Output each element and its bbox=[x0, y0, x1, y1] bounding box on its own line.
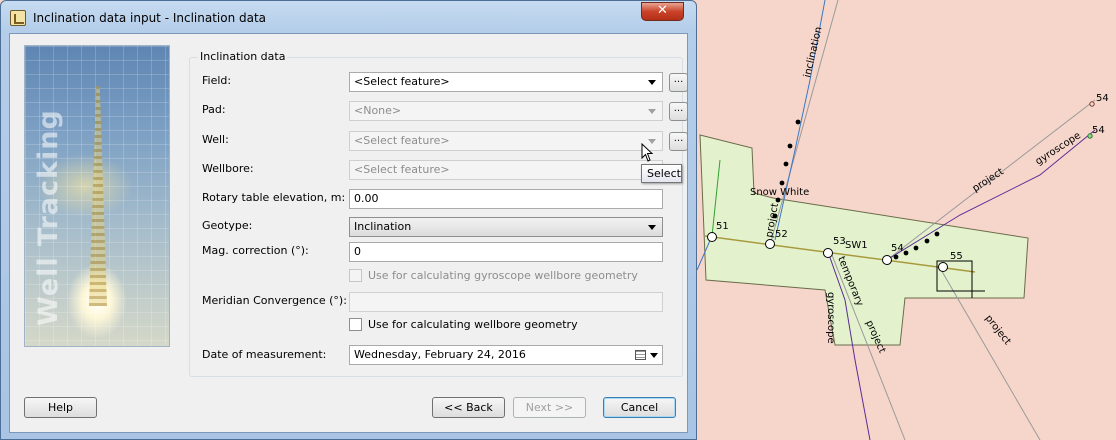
well-browse-button[interactable]: ... bbox=[669, 132, 688, 151]
checkbox-box bbox=[349, 318, 362, 331]
back-button[interactable]: << Back bbox=[432, 397, 505, 418]
wellbore-label: Wellbore: bbox=[202, 162, 254, 175]
map-label-n53: 53 bbox=[833, 236, 846, 247]
pad-select-value: <None> bbox=[354, 104, 402, 117]
chevron-down-icon bbox=[648, 109, 656, 114]
meridian-convergence-input[interactable] bbox=[349, 292, 663, 312]
group-title: Inclination data bbox=[198, 50, 288, 63]
next-button[interactable]: Next >> bbox=[513, 397, 586, 418]
mag-correction-input[interactable]: 0 bbox=[349, 242, 663, 262]
geotype-select[interactable]: Inclination bbox=[349, 217, 663, 237]
field-select[interactable]: <Select feature> bbox=[349, 72, 663, 92]
gyroscope-geometry-label: Use for calculating gyroscope wellbore g… bbox=[368, 269, 638, 282]
gyroscope-geometry-checkbox[interactable]: Use for calculating gyroscope wellbore g… bbox=[349, 269, 638, 282]
inclination-data-group: Inclination data Field: <Select feature>… bbox=[189, 50, 688, 377]
title-bar[interactable]: Inclination data input - Inclination dat… bbox=[1, 1, 696, 33]
rotary-elevation-input[interactable]: 0.00 bbox=[349, 189, 663, 209]
cancel-button[interactable]: Cancel bbox=[603, 397, 676, 418]
field-label: Field: bbox=[202, 74, 232, 87]
dialog-content: Well Tracking Inclination data Field: <S… bbox=[9, 33, 688, 433]
app-icon bbox=[10, 10, 26, 26]
map-label-n51: 51 bbox=[716, 221, 729, 232]
rotary-elevation-label: Rotary table elevation, m: bbox=[202, 191, 346, 204]
map-label-gyroscope-vertical: gyroscope bbox=[825, 292, 836, 344]
mag-correction-label: Mag. correction (°): bbox=[202, 244, 309, 257]
wellbore-select-value: <Select feature> bbox=[354, 163, 450, 176]
help-button[interactable]: Help bbox=[24, 397, 97, 418]
map-label-snow-white: Snow White bbox=[750, 187, 809, 198]
pad-select[interactable]: <None> bbox=[349, 101, 663, 121]
well-select[interactable]: <Select feature> bbox=[349, 131, 663, 151]
chevron-down-icon bbox=[648, 80, 656, 85]
wellbore-select[interactable]: <Select feature> bbox=[349, 160, 663, 180]
inclination-dialog: Inclination data input - Inclination dat… bbox=[0, 0, 697, 440]
field-browse-button[interactable]: ... bbox=[669, 73, 688, 92]
pad-label: Pad: bbox=[202, 103, 226, 116]
well-select-value: <Select feature> bbox=[354, 134, 450, 147]
window-title: Inclination data input - Inclination dat… bbox=[33, 11, 267, 25]
select-tooltip: Select bbox=[641, 164, 682, 183]
wellbore-geometry-checkbox[interactable]: Use for calculating wellbore geometry bbox=[349, 318, 578, 331]
chevron-down-icon bbox=[650, 353, 658, 358]
date-of-measurement-picker[interactable]: Wednesday, February 24, 2016 bbox=[349, 345, 663, 365]
map-label-n54-center: 54 bbox=[891, 243, 904, 254]
geotype-label: Geotype: bbox=[202, 219, 253, 232]
checkbox-box bbox=[349, 269, 362, 282]
meridian-convergence-label: Meridian Convergence (°): bbox=[202, 294, 347, 307]
date-of-measurement-label: Date of measurement: bbox=[202, 348, 327, 361]
map-label-n55: 55 bbox=[950, 251, 963, 262]
map-label-n52: 52 bbox=[775, 229, 788, 240]
map-label-sw1: SW1 bbox=[845, 240, 868, 251]
field-select-value: <Select feature> bbox=[354, 75, 450, 88]
mouse-cursor-icon bbox=[641, 143, 654, 162]
wellbore-geometry-label: Use for calculating wellbore geometry bbox=[368, 318, 578, 331]
well-label: Well: bbox=[202, 133, 229, 146]
date-value: Wednesday, February 24, 2016 bbox=[354, 348, 526, 361]
pad-browse-button[interactable]: ... bbox=[669, 102, 688, 121]
map-label-n54-right: 54 bbox=[1092, 125, 1105, 136]
well-tracking-banner: Well Tracking bbox=[24, 45, 170, 347]
close-button[interactable]: ✕ bbox=[641, 2, 684, 21]
banner-text: Well Tracking bbox=[33, 109, 64, 326]
chevron-down-icon bbox=[648, 225, 656, 230]
geotype-select-value: Inclination bbox=[354, 220, 412, 233]
map-label-n54-top: 54 bbox=[1096, 93, 1109, 104]
calendar-icon[interactable] bbox=[635, 350, 646, 360]
end-marker-a bbox=[1089, 101, 1095, 107]
